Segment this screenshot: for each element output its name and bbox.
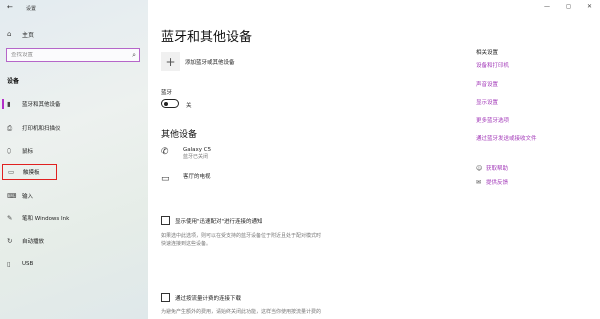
metered-download-description: 为避免产生额外的费用，请始终关闭此功能，这样当你使用按流量计费的 bbox=[161, 308, 391, 316]
sidebar-item-label: 输入 bbox=[22, 194, 34, 200]
add-device-button[interactable]: + bbox=[161, 52, 180, 71]
search-icon[interactable]: ⌕ bbox=[132, 51, 136, 60]
device-item[interactable]: ▭ 客厅的电视 bbox=[161, 174, 211, 192]
metered-download-option[interactable]: 通过按流量计费的连接下载 bbox=[161, 293, 241, 302]
description-line: 如果选中此选项，则可以在受支持的蓝牙设备位于附近且处于配对模式时 bbox=[161, 233, 322, 239]
sidebar-item-printers[interactable]: ⎙ 打印机和扫描仪 bbox=[7, 123, 61, 133]
sidebar-item-label: USB bbox=[22, 261, 34, 267]
link-display-settings[interactable]: 显示设置 bbox=[476, 98, 498, 106]
feedback-icon: ✉ bbox=[476, 178, 482, 186]
link-send-receive-files[interactable]: 通过蓝牙发送或接收文件 bbox=[476, 134, 537, 142]
sidebar-item-autoplay[interactable]: ↻ 自动播放 bbox=[7, 236, 44, 246]
sidebar-item-label: 自动播放 bbox=[22, 239, 45, 245]
sidebar: ← 设置 ⌂ 主页 ⌕ 设备 ▮ 蓝牙和其他设备 ⎙ 打印机和扫描仪 ⬯ 鼠标 … bbox=[0, 0, 148, 319]
bluetooth-label: 蓝牙 bbox=[161, 90, 173, 96]
link-more-bluetooth[interactable]: 更多蓝牙选项 bbox=[476, 116, 509, 124]
swift-pair-option[interactable]: 显示使用"迅速配对"进行连接的通知 bbox=[161, 216, 263, 225]
related-settings-heading: 相关设置 bbox=[476, 50, 499, 56]
sidebar-item-label: 鼠标 bbox=[22, 149, 34, 155]
mouse-icon: ⬯ bbox=[7, 146, 12, 155]
toggle-knob bbox=[164, 101, 168, 106]
sidebar-item-mouse[interactable]: ⬯ 鼠标 bbox=[7, 146, 33, 156]
window-controls: — ◻ ✕ bbox=[544, 3, 592, 10]
swift-pair-description: 如果选中此选项，则可以在受支持的蓝牙设备位于附近且处于配对模式时 快速连接到这些… bbox=[161, 232, 391, 248]
section-title: 设备 bbox=[7, 78, 20, 85]
sidebar-item-typing[interactable]: ⌨ 输入 bbox=[7, 191, 33, 201]
sidebar-item-label: 打印机和扫描仪 bbox=[22, 126, 61, 132]
sidebar-item-label: 笔和 Windows Ink bbox=[22, 216, 70, 222]
phone-icon: ✆ bbox=[161, 147, 169, 157]
close-icon[interactable]: ✕ bbox=[587, 3, 592, 10]
title-bar: ← 设置 bbox=[0, 0, 148, 16]
sidebar-item-bluetooth[interactable]: ▮ 蓝牙和其他设备 bbox=[7, 99, 61, 109]
get-help-link[interactable]: ☺ 获取帮助 bbox=[476, 164, 509, 173]
feedback-label: 提供反馈 bbox=[486, 180, 509, 186]
device-name: Galaxy C5 bbox=[183, 147, 212, 153]
device-item[interactable]: ✆ Galaxy C5 蓝牙已关闭 bbox=[161, 147, 211, 165]
home-icon: ⌂ bbox=[7, 30, 12, 38]
search-input[interactable] bbox=[7, 52, 125, 58]
other-devices-heading: 其他设备 bbox=[161, 130, 198, 140]
sidebar-item-touchpad[interactable]: ▭ 触摸板 bbox=[2, 164, 57, 180]
device-status: 蓝牙已关闭 bbox=[183, 154, 209, 160]
description-line: 快速连接到这些设备。 bbox=[161, 241, 212, 247]
main-content: — ◻ ✕ 蓝牙和其他设备 + 添加蓝牙或其他设备 蓝牙 关 其他设备 ✆ Ga… bbox=[148, 0, 600, 319]
back-arrow-icon[interactable]: ← bbox=[7, 4, 13, 11]
swift-pair-checkbox[interactable] bbox=[161, 216, 170, 225]
metered-download-label: 通过按流量计费的连接下载 bbox=[175, 295, 242, 302]
feedback-link[interactable]: ✉ 提供反馈 bbox=[476, 178, 509, 187]
sidebar-item-usb[interactable]: ▯ USB bbox=[7, 259, 33, 269]
help-label: 获取帮助 bbox=[486, 166, 509, 172]
bluetooth-state: 关 bbox=[186, 103, 192, 109]
swift-pair-label: 显示使用"迅速配对"进行连接的通知 bbox=[175, 218, 263, 225]
link-sound-settings[interactable]: 声音设置 bbox=[476, 80, 498, 88]
autoplay-icon: ↻ bbox=[7, 237, 13, 245]
touchpad-icon: ▭ bbox=[8, 168, 15, 176]
home-label: 主页 bbox=[22, 31, 35, 39]
search-box[interactable]: ⌕ bbox=[6, 48, 140, 62]
sidebar-item-pen[interactable]: ✎ 笔和 Windows Ink bbox=[7, 213, 69, 223]
description-line: 为避免产生额外的费用，请始终关闭此功能，这样当你使用按流量计费的 bbox=[161, 309, 322, 315]
minimize-icon[interactable]: — bbox=[544, 3, 550, 10]
bluetooth-devices-icon: ▮ bbox=[7, 100, 11, 108]
sidebar-item-label: 蓝牙和其他设备 bbox=[22, 102, 61, 108]
maximize-icon[interactable]: ◻ bbox=[566, 3, 571, 10]
bluetooth-toggle[interactable] bbox=[161, 99, 179, 108]
printer-icon: ⎙ bbox=[7, 123, 13, 132]
page-title: 蓝牙和其他设备 bbox=[161, 30, 253, 45]
selected-accent-bar bbox=[2, 99, 4, 109]
link-devices-printers[interactable]: 设备和打印机 bbox=[476, 61, 509, 69]
help-icon: ☺ bbox=[476, 164, 483, 172]
usb-icon: ▯ bbox=[7, 260, 11, 268]
home-nav-item[interactable]: ⌂ 主页 bbox=[7, 29, 34, 39]
device-name: 客厅的电视 bbox=[183, 174, 211, 180]
keyboard-icon: ⌨ bbox=[7, 192, 17, 200]
sidebar-item-label: 触摸板 bbox=[23, 170, 40, 176]
plus-icon: + bbox=[165, 54, 176, 69]
tv-icon: ▭ bbox=[161, 174, 170, 184]
window-title: 设置 bbox=[26, 6, 37, 12]
pen-icon: ✎ bbox=[7, 214, 13, 222]
metered-download-checkbox[interactable] bbox=[161, 293, 170, 302]
add-device-label[interactable]: 添加蓝牙或其他设备 bbox=[185, 58, 235, 66]
